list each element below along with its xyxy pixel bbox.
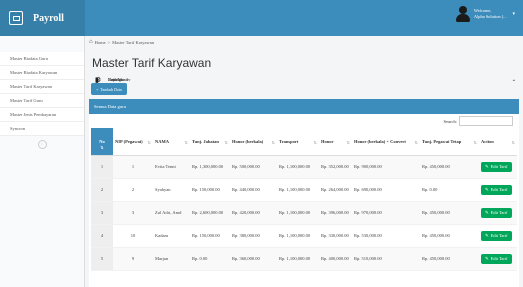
sidebar-subitem-biodata-guru[interactable]: Master Biodata Guru [0, 52, 84, 66]
search-input[interactable] [459, 116, 513, 126]
breadcrumb-home[interactable]: Home [95, 40, 106, 45]
column-header-no[interactable]: No ⇅ [91, 128, 113, 156]
app-title: Payroll [33, 12, 64, 24]
table-row: 5 9 Marjan Rp. 0.00 Rp. 360,000.00 Rp. 1… [91, 247, 517, 271]
home-icon[interactable]: ⌂ [89, 39, 93, 45]
sort-icon: ⇅ [271, 140, 275, 145]
sidebar-subitem-jenis-pembayaran[interactable]: Master Jenis Pembayaran [0, 108, 84, 122]
search-label: Search: [443, 119, 458, 124]
pencil-icon: ✎ [485, 186, 489, 192]
plus-icon: + [96, 86, 99, 92]
data-box: Semua Data guru Search: No ⇅ NIP (Pegawai… [89, 99, 519, 287]
table-row: 4 10 Kadam Rp. 150,000.00 Rp. 380,000.00… [91, 224, 517, 248]
column-header-action[interactable]: Action ⇅ [479, 128, 517, 156]
breadcrumb-separator: > [107, 39, 111, 45]
caret-down-icon: ▾ [512, 12, 515, 17]
breadcrumb-current: Master Tarif Karyawan [112, 39, 154, 45]
sort-icon: ⇅ [184, 140, 188, 145]
edit-tarif-button[interactable]: ✎ Edit Tarif [481, 161, 512, 172]
column-header-nip[interactable]: NIP (Pegawai) ⇅ [113, 128, 153, 156]
column-header-tunj-tetap[interactable]: Tunj. Pegawai Tetap ⇅ [420, 128, 479, 156]
sidebar-subitem-tarif-guru[interactable]: Master Tarif Guru [0, 94, 84, 108]
user-avatar-icon [455, 6, 470, 22]
sidebar-subitem-tarif-karyawan[interactable]: Master Tarif Karyawan [0, 80, 84, 94]
sidebar-toggle-icon[interactable] [9, 11, 23, 25]
tarif-table: No ⇅ NIP (Pegawai) ⇅ NAMA ⇅ Tunj. Jabatan ⇅ … [91, 128, 517, 271]
brand[interactable]: Payroll [0, 0, 85, 36]
pencil-icon: ✎ [485, 163, 489, 169]
user-menu[interactable]: Welcome, Alpha Solution (... ▾ [455, 6, 515, 22]
column-header-honor-convert[interactable]: Honor (berkala) + Convert ⇅ [352, 128, 420, 156]
user-name: Alpha Solution (... [473, 14, 507, 19]
sort-icon: ⇅ [147, 140, 151, 145]
box-header: Semua Data guru [89, 99, 519, 114]
table-row: 1 1 Evita Tenni Rp. 1,300,000.00 Rp. 500… [91, 155, 517, 179]
edit-tarif-button[interactable]: ✎ Edit Tarif [481, 184, 512, 195]
edit-tarif-button[interactable]: ✎ Edit Tarif [481, 230, 512, 241]
sort-icon: ⇅ [100, 145, 104, 150]
column-header-transport[interactable]: Transport ⇅ [277, 128, 319, 156]
sort-icon: ⇅ [414, 140, 418, 145]
main-content: ⌂ Home > Master Tarif Karyawan Master Ta… [85, 36, 523, 287]
sort-icon: ⇅ [224, 140, 228, 145]
table-row: 2 2 Syahyan Rp. 150,000.00 Rp. 440,000.0… [91, 178, 517, 202]
collapse-sidebar-icon[interactable]: ‹ [37, 140, 47, 149]
column-header-honor[interactable]: Honor ⇅ [319, 128, 352, 156]
pencil-icon: ✎ [485, 209, 489, 215]
pencil-icon: ✎ [485, 255, 489, 261]
breadcrumb: ⌂ Home > Master Tarif Karyawan [85, 36, 523, 48]
top-navbar: Payroll Welcome, Alpha Solution (... ▾ [0, 0, 523, 36]
table-row: 3 3 Zul Adri, Amd Rp. 2,600,000.00 Rp. 4… [91, 201, 517, 225]
sidebar: ◔ Dashboard ● Data Master ⌄ Master Bioda… [0, 36, 516, 287]
pencil-icon: ✎ [485, 232, 489, 238]
sort-icon: ⇅ [313, 140, 317, 145]
sidebar-subitem-biodata-karyawan[interactable]: Master Biodata Karyawan [0, 66, 84, 80]
page-title: Master Tarif Karyawan [92, 56, 212, 70]
edit-tarif-button[interactable]: ✎ Edit Tarif [481, 207, 512, 218]
sidebar-subitem-syncron[interactable]: Syncron [0, 122, 84, 136]
sort-icon: ⇅ [473, 140, 477, 145]
column-header-tunj-jabatan[interactable]: Tunj. Jabatan ⇅ [190, 128, 230, 156]
sort-icon: ⇅ [511, 140, 515, 145]
edit-tarif-button[interactable]: ✎ Edit Tarif [481, 253, 512, 264]
sort-icon: ⇅ [346, 140, 350, 145]
column-header-honor-berkala[interactable]: Honor (berkala) ⇅ [230, 128, 277, 156]
add-data-button[interactable]: + Tambah Data [91, 83, 127, 95]
column-header-nama[interactable]: NAMA ⇅ [153, 128, 190, 156]
